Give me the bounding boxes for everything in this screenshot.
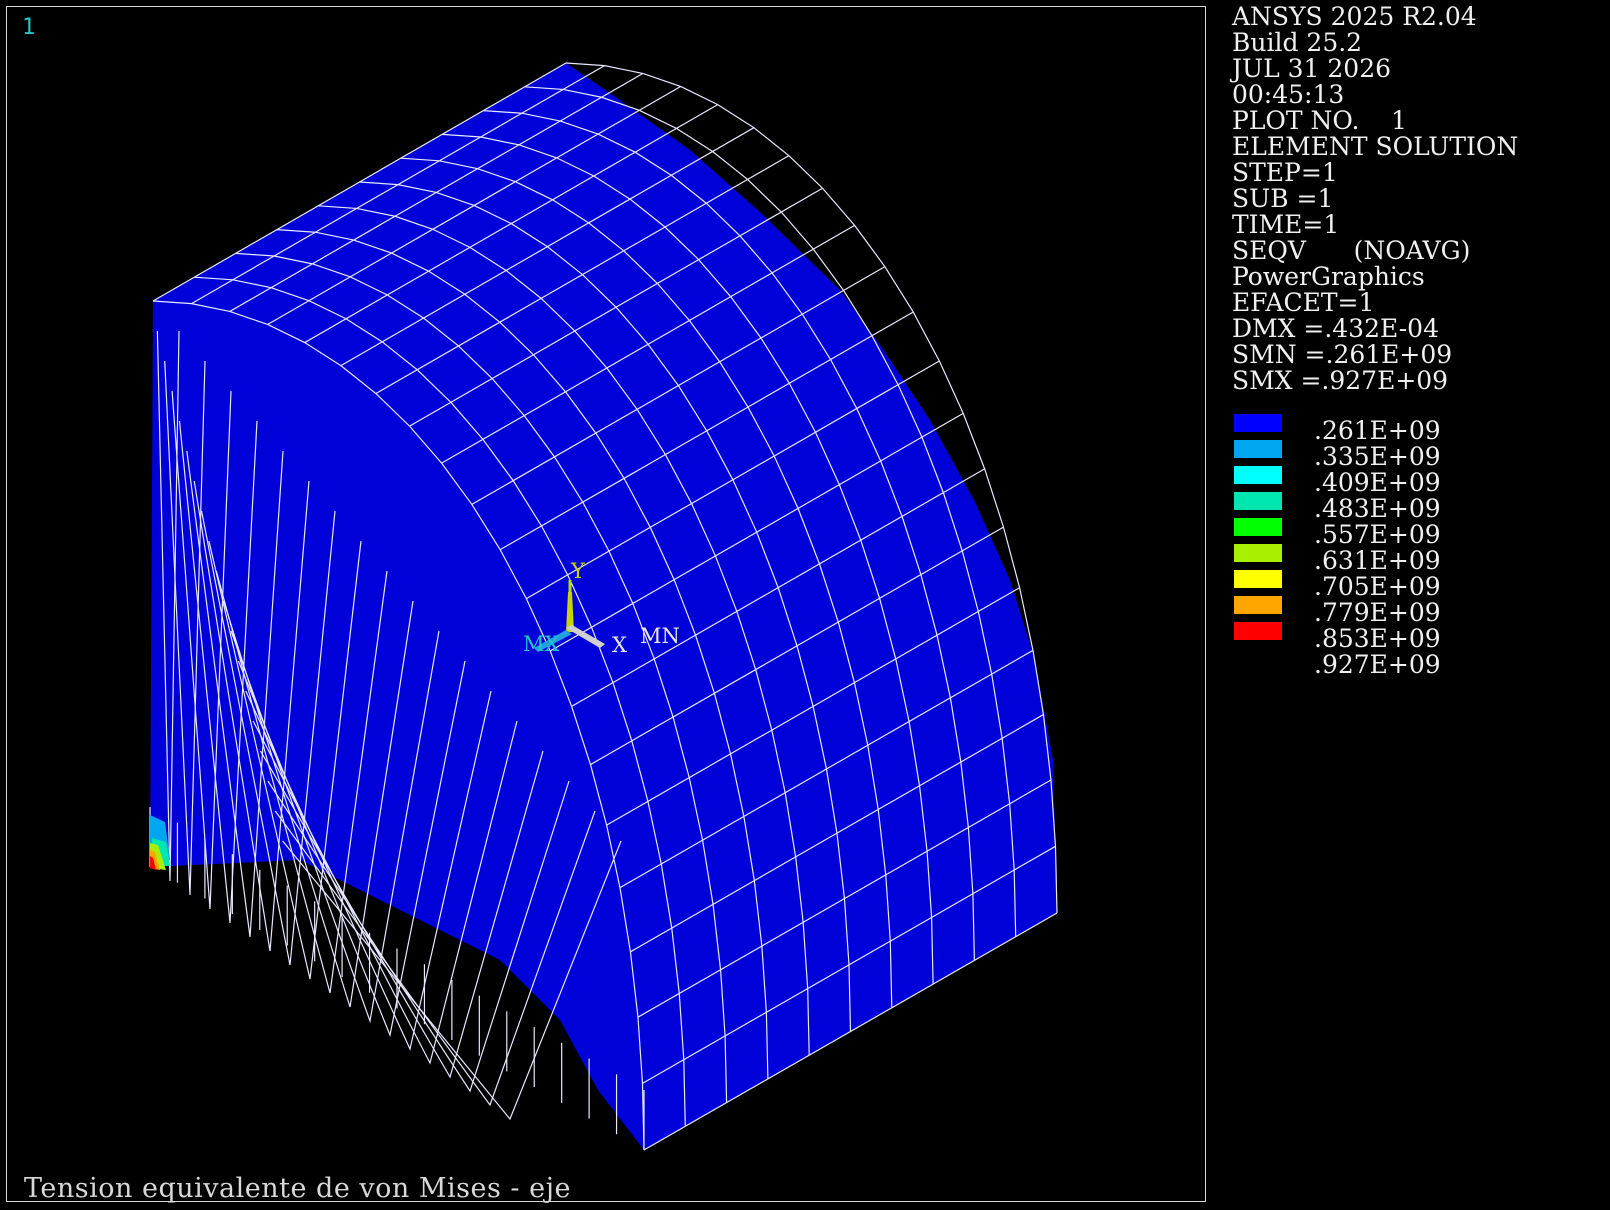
legend-label: .409E+09 — [1314, 468, 1441, 497]
info-line: Build 25.2 — [1232, 28, 1363, 57]
legend-label: .853E+09 — [1314, 624, 1441, 653]
info-line: SUB =1 — [1232, 184, 1334, 213]
legend-label: .779E+09 — [1314, 598, 1441, 627]
info-line: SMX =.927E+09 — [1232, 366, 1449, 395]
info-line: PowerGraphics — [1232, 262, 1425, 291]
info-line: DMX =.432E-04 — [1232, 314, 1439, 343]
info-line: 00:45:13 — [1232, 80, 1345, 109]
legend-label: .261E+09 — [1314, 416, 1441, 445]
info-line: JUL 31 2026 — [1232, 54, 1392, 83]
triad-x-label: X — [612, 633, 627, 657]
legend-swatch — [1234, 596, 1282, 614]
legend-label: .927E+09 — [1314, 650, 1441, 679]
legend-swatch — [1234, 492, 1282, 510]
legend-label: .483E+09 — [1314, 494, 1441, 523]
info-line: SMN =.261E+09 — [1232, 340, 1453, 369]
min-marker: MN — [640, 624, 680, 648]
model-left-face — [150, 63, 1057, 1150]
legend-swatch — [1234, 622, 1282, 640]
info-line: ELEMENT SOLUTION — [1232, 132, 1519, 161]
legend-label: .335E+09 — [1314, 442, 1441, 471]
legend-label: .631E+09 — [1314, 546, 1441, 575]
info-line: PLOT NO. 1 — [1232, 106, 1408, 135]
legend-swatch — [1234, 518, 1282, 536]
max-marker: MX — [523, 632, 560, 656]
info-line: SEQV (NOAVG) — [1232, 236, 1471, 265]
legend-swatch — [1234, 466, 1282, 484]
legend-swatch — [1234, 544, 1282, 562]
info-line: ANSYS 2025 R2.04 — [1232, 2, 1477, 31]
legend-swatch — [1234, 440, 1282, 458]
legend-label: .557E+09 — [1314, 520, 1441, 549]
info-panel: ANSYS 2025 R2.04 Build 25.2 JUL 31 2026 00:… — [1232, 4, 1518, 394]
triad-y-label: Y — [570, 559, 586, 583]
legend-swatch — [1234, 570, 1282, 588]
legend-label: .705E+09 — [1314, 572, 1441, 601]
info-line: EFACET=1 — [1232, 288, 1375, 317]
legend-swatch — [1234, 414, 1282, 432]
info-line: STEP=1 — [1232, 158, 1338, 187]
info-line: TIME=1 — [1232, 210, 1340, 239]
